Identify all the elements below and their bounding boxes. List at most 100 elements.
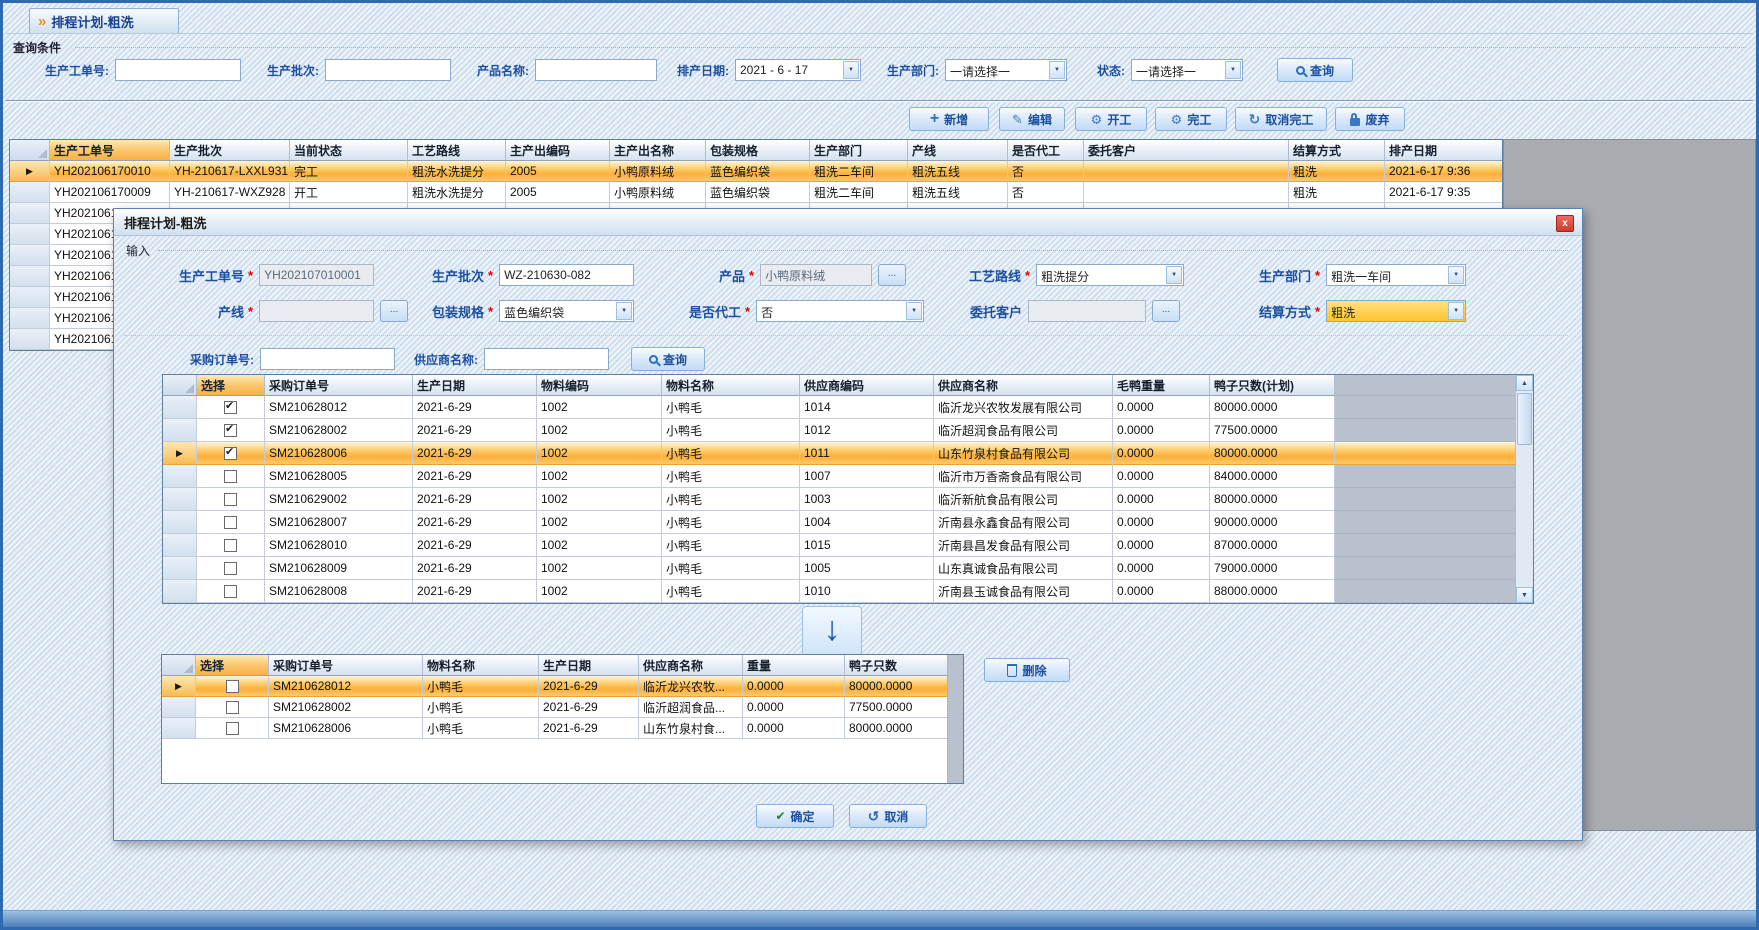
search-button[interactable]: 查询 <box>1277 58 1353 82</box>
header-cell[interactable]: 生产日期 <box>539 655 639 676</box>
header-cell[interactable]: 毛鸭重量 <box>1113 375 1210 396</box>
production-dept-select[interactable]: 一请选择一 ▼ <box>945 59 1067 81</box>
table-row[interactable]: YH202106170009YH-210617-WXZ928开工粗洗水洗提分20… <box>10 182 1502 203</box>
dialog-batch-input[interactable] <box>499 264 634 286</box>
supplier-filter-input[interactable] <box>484 348 609 370</box>
header-cell[interactable]: 生产批次 <box>170 140 290 161</box>
work-order-input[interactable] <box>115 59 241 81</box>
row-selector[interactable] <box>163 511 197 534</box>
header-cell[interactable]: 物料名称 <box>662 375 800 396</box>
close-icon[interactable]: x <box>1556 215 1574 232</box>
route-select[interactable]: 粗洗提分 ▼ <box>1036 264 1184 286</box>
table-row[interactable]: SM210628006小鸭毛2021-6-29山东竹泉村食...0.000080… <box>162 718 963 739</box>
cancel-finish-button[interactable]: ↻ 取消完工 <box>1235 107 1327 131</box>
row-selector[interactable] <box>10 308 50 329</box>
header-cell[interactable]: 选择 <box>197 375 265 396</box>
header-cell[interactable]: 采购订单号 <box>269 655 423 676</box>
header-cell[interactable]: 主产出名称 <box>610 140 706 161</box>
add-button[interactable]: + 新增 <box>909 107 989 131</box>
header-cell[interactable]: 物料名称 <box>423 655 539 676</box>
row-selector[interactable] <box>10 182 50 203</box>
header-cell[interactable]: 生产工单号 <box>50 140 170 161</box>
vertical-scrollbar[interactable]: ▲▼ <box>1515 375 1533 603</box>
dialog-titlebar[interactable]: 排程计划-粗洗 <box>114 209 1582 236</box>
chevron-down-icon[interactable]: ▼ <box>616 302 632 320</box>
row-selector[interactable] <box>163 534 197 557</box>
po-filter-input[interactable] <box>260 348 395 370</box>
header-cell[interactable]: 委托客户 <box>1084 140 1289 161</box>
header-cell[interactable]: 排产日期 <box>1385 140 1503 161</box>
scroll-up-icon[interactable]: ▲ <box>1516 375 1533 391</box>
chevron-down-icon[interactable]: ▼ <box>1166 266 1182 284</box>
dialog-work-order-input[interactable] <box>259 264 374 286</box>
row-selector[interactable] <box>10 329 50 350</box>
header-cell[interactable]: 供应商名称 <box>934 375 1113 396</box>
row-selector[interactable] <box>163 396 197 419</box>
discard-button[interactable]: 废弃 <box>1335 107 1405 131</box>
line-input[interactable] <box>259 300 374 322</box>
edit-button[interactable]: ✎ 编辑 <box>999 107 1065 131</box>
chevron-down-icon[interactable]: ▼ <box>1225 61 1241 79</box>
scroll-down-icon[interactable]: ▼ <box>1516 587 1533 603</box>
table-row[interactable]: SM210628002小鸭毛2021-6-29临沂超润食品...0.000077… <box>162 697 963 718</box>
row-selector[interactable] <box>163 557 197 580</box>
header-cell[interactable]: 物料编码 <box>537 375 662 396</box>
row-selector[interactable] <box>163 488 197 511</box>
table-row[interactable]: SM2106280072021-6-291002小鸭毛1004沂南县永鑫食品有限… <box>163 511 1533 534</box>
row-selector[interactable] <box>10 203 50 224</box>
table-row[interactable]: ▶YH202106170010YH-210617-LXXL931完工粗洗水洗提分… <box>10 161 1502 182</box>
row-selector[interactable] <box>10 224 50 245</box>
table-row[interactable]: ✔SM2106280022021-6-291002小鸭毛1012临沂超润食品有限… <box>163 419 1533 442</box>
row-selector[interactable] <box>10 287 50 308</box>
header-cell[interactable]: 当前状态 <box>290 140 408 161</box>
table-row[interactable]: SM2106290022021-6-291002小鸭毛1003临沂新航食品有限公… <box>163 488 1533 511</box>
product-lookup-button[interactable]: ... <box>878 264 906 286</box>
row-selector[interactable] <box>162 718 196 739</box>
finish-work-button[interactable]: ⚙ 完工 <box>1155 107 1227 131</box>
row-checkbox[interactable] <box>224 470 237 483</box>
header-cell[interactable]: 鸭子只数(计划) <box>1210 375 1335 396</box>
start-work-button[interactable]: ⚙ 开工 <box>1075 107 1147 131</box>
table-row[interactable]: SM2106280102021-6-291002小鸭毛1015沂南县昌发食品有限… <box>163 534 1533 557</box>
outsourced-select[interactable]: 否 ▼ <box>756 300 924 322</box>
header-cell[interactable]: 供应商编码 <box>800 375 934 396</box>
settlement-select[interactable]: 粗洗 ▼ <box>1326 300 1466 322</box>
header-cell[interactable]: 采购订单号 <box>265 375 413 396</box>
row-selector[interactable]: ▶ <box>163 442 197 465</box>
row-selector[interactable] <box>163 419 197 442</box>
table-row[interactable]: ▶✔SM2106280062021-6-291002小鸭毛1011山东竹泉村食品… <box>163 442 1533 465</box>
status-select[interactable]: 一请选择一 ▼ <box>1131 59 1243 81</box>
package-select[interactable]: 蓝色编织袋 ▼ <box>499 300 634 322</box>
header-cell[interactable]: 生产部门 <box>810 140 908 161</box>
tab-scheduling-plan[interactable]: » 排程计划-粗洗 <box>29 8 179 33</box>
row-checkbox[interactable]: ✔ <box>224 447 237 460</box>
header-cell[interactable]: 产线 <box>908 140 1008 161</box>
table-row[interactable]: SM2106280082021-6-291002小鸭毛1010沂南县玉诚食品有限… <box>163 580 1533 603</box>
header-cell[interactable]: 主产出编码 <box>506 140 610 161</box>
move-down-button[interactable]: ↓ <box>802 606 862 656</box>
scroll-thumb[interactable] <box>1517 393 1532 445</box>
row-checkbox[interactable] <box>224 539 237 552</box>
table-row[interactable]: ▶SM210628012小鸭毛2021-6-29临沂龙兴农牧...0.00008… <box>162 676 963 697</box>
ok-button[interactable]: ✔ 确定 <box>756 804 834 828</box>
delete-button[interactable]: 删除 <box>984 658 1070 682</box>
row-checkbox[interactable]: ✔ <box>224 424 237 437</box>
dialog-product-input[interactable] <box>760 264 872 286</box>
row-selector[interactable] <box>163 465 197 488</box>
header-cell[interactable]: 供应商名称 <box>639 655 743 676</box>
header-cell[interactable]: 包装规格 <box>706 140 810 161</box>
header-cell[interactable]: 鸭子只数 <box>845 655 950 676</box>
chevron-down-icon[interactable]: ▼ <box>1049 61 1065 79</box>
row-checkbox[interactable] <box>224 516 237 529</box>
header-cell[interactable]: 工艺路线 <box>408 140 506 161</box>
product-name-input[interactable] <box>535 59 657 81</box>
client-lookup-button[interactable]: ... <box>1152 300 1180 322</box>
row-selector[interactable]: ▶ <box>10 161 50 182</box>
header-cell[interactable]: 是否代工 <box>1008 140 1084 161</box>
row-selector[interactable] <box>162 697 196 718</box>
chevron-down-icon[interactable]: ▼ <box>843 61 859 79</box>
row-checkbox[interactable] <box>226 680 239 693</box>
schedule-date-select[interactable]: 2021 - 6 - 17 ▼ <box>735 59 861 81</box>
row-selector[interactable] <box>10 266 50 287</box>
table-row[interactable]: SM2106280052021-6-291002小鸭毛1007临沂市万香斋食品有… <box>163 465 1533 488</box>
